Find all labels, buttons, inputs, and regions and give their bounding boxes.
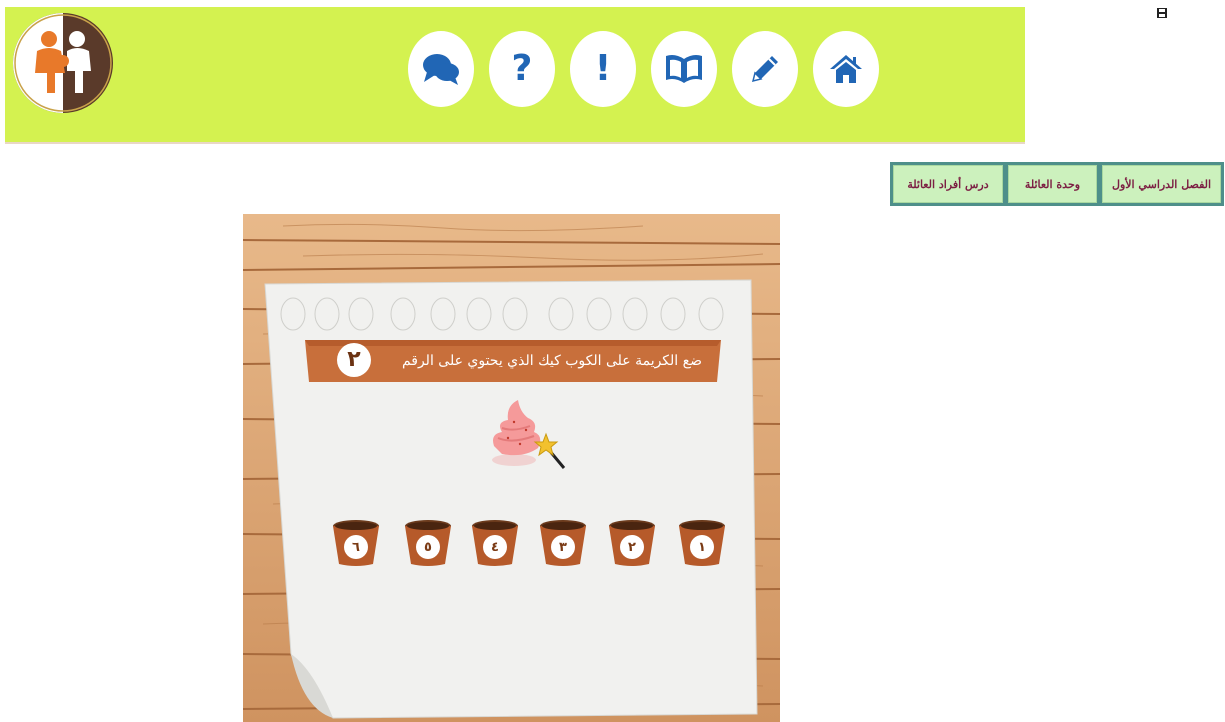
- instruction-text: ضع الكريمة على الكوب كيك الذي يحتوي على …: [401, 353, 702, 369]
- question-mark-icon: ?: [511, 48, 533, 89]
- site-logo: [13, 13, 113, 113]
- edit-button[interactable]: [732, 31, 798, 107]
- help-button[interactable]: ?: [489, 31, 555, 107]
- alert-button[interactable]: !: [570, 31, 636, 107]
- cupcake-cup-4[interactable]: ٤: [470, 518, 520, 568]
- breadcrumb-semester[interactable]: الفصل الدراسي الأول: [1099, 162, 1224, 206]
- cup-label: ١: [690, 535, 714, 559]
- home-icon: [830, 55, 862, 83]
- target-number: ٢: [337, 343, 371, 377]
- cupcake-cup-1[interactable]: ١: [677, 518, 727, 568]
- exclamation-icon: !: [594, 48, 612, 89]
- home-button[interactable]: [813, 31, 879, 107]
- cup-label: ٣: [551, 535, 575, 559]
- cup-label: ٦: [344, 535, 368, 559]
- cupcake-cup-5[interactable]: ٥: [403, 518, 453, 568]
- cupcake-cup-3[interactable]: ٣: [538, 518, 588, 568]
- breadcrumb-lesson[interactable]: درس أفراد العائلة: [890, 162, 1006, 206]
- open-book-icon: [666, 55, 702, 83]
- pencil-icon: [751, 56, 778, 83]
- cream-topping[interactable]: [484, 392, 574, 474]
- chat-button[interactable]: [408, 31, 474, 107]
- breadcrumb-unit[interactable]: وحدة العائلة: [1005, 162, 1100, 206]
- header-banner: ? !: [5, 7, 1025, 144]
- cupcake-cup-2[interactable]: ٢: [607, 518, 657, 568]
- cupcake-cup-6[interactable]: ٦: [331, 518, 381, 568]
- book-button[interactable]: [651, 31, 717, 107]
- cup-label: ٥: [416, 535, 440, 559]
- cup-label: ٢: [620, 535, 644, 559]
- cup-label: ٤: [483, 535, 507, 559]
- chat-bubbles-icon: [423, 54, 459, 85]
- print-icon[interactable]: [1156, 7, 1168, 19]
